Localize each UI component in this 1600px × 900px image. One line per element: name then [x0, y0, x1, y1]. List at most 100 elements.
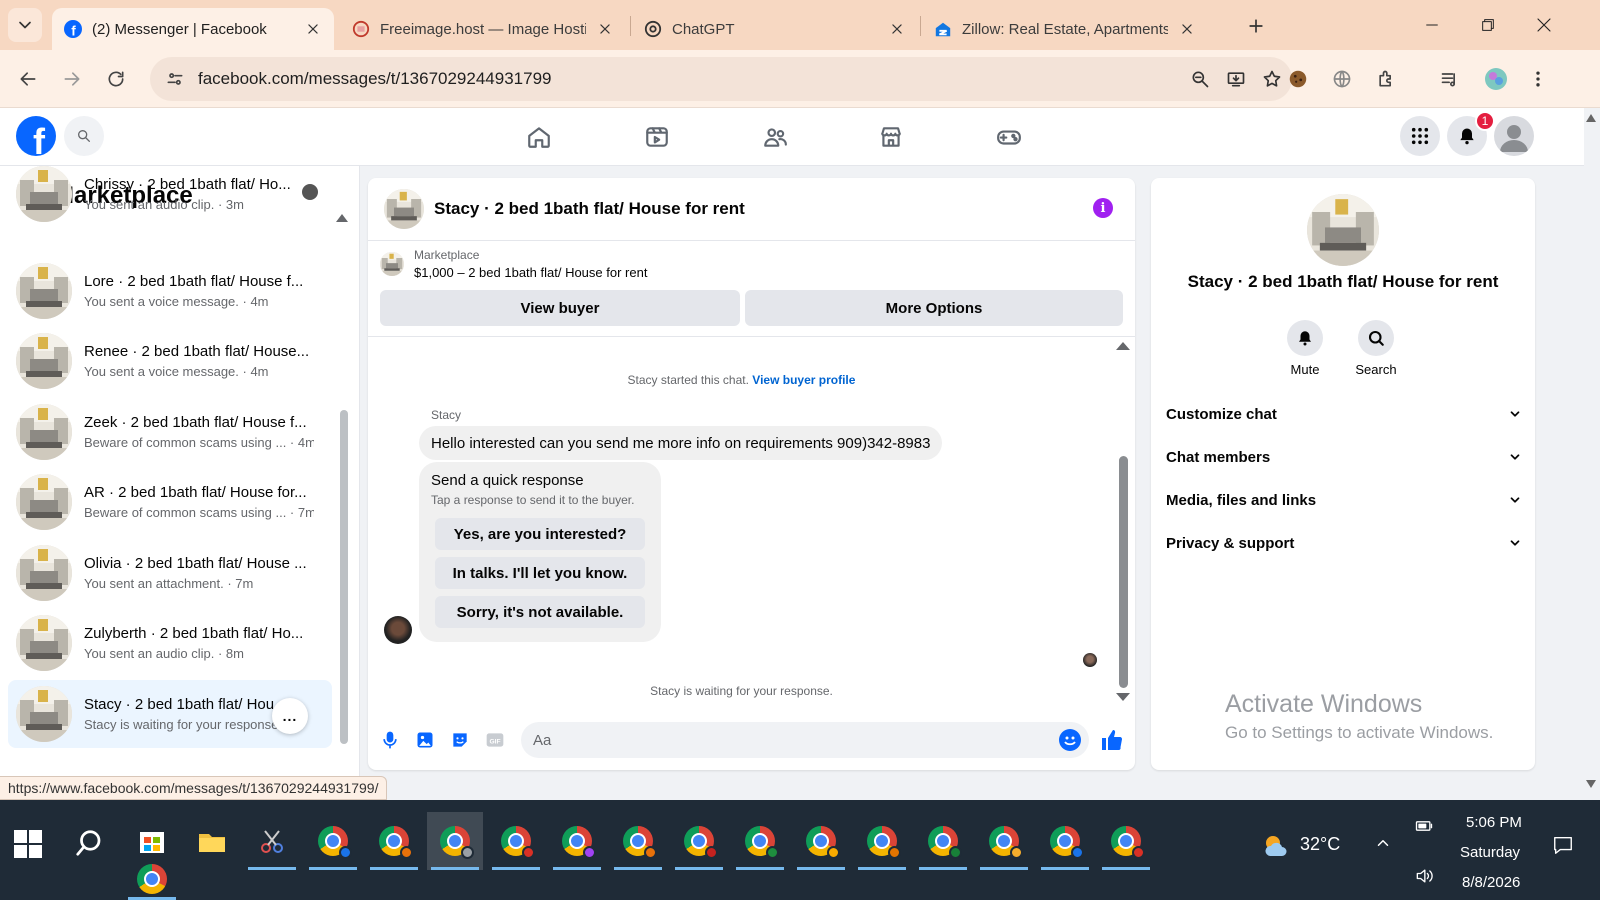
nav-video[interactable]: [642, 122, 672, 152]
sticker-button[interactable]: [448, 728, 472, 752]
close-tab-icon[interactable]: [596, 20, 614, 38]
taskbar-chrome-window[interactable]: [793, 812, 849, 870]
conversation-scroll-up[interactable]: [1116, 342, 1130, 350]
more-options-button[interactable]: More Options: [745, 290, 1123, 326]
chat-list-scrollbar[interactable]: [340, 410, 348, 744]
taskbar-chrome-window[interactable]: [549, 812, 605, 870]
restore-window-button[interactable]: [1460, 0, 1516, 50]
back-button[interactable]: [12, 63, 44, 95]
chat-list-item[interactable]: Zeek · 2 bed 1bath flat/ House f... Bewar…: [8, 398, 332, 466]
taskbar-search-icon[interactable]: [74, 828, 104, 858]
details-avatar[interactable]: [1307, 194, 1379, 266]
cookie-extension-icon[interactable]: [1282, 63, 1314, 95]
tab-messenger[interactable]: f (2) Messenger | Facebook: [52, 8, 334, 50]
new-tab-button[interactable]: [1242, 12, 1270, 40]
listing-avatar[interactable]: [384, 189, 424, 229]
windows-start-icon[interactable]: [14, 830, 42, 858]
zoom-icon[interactable]: [1184, 63, 1216, 95]
mute-button[interactable]: Mute: [1275, 320, 1335, 377]
marketplace-listing-card[interactable]: Marketplace $1,000 – 2 bed 1bath flat/ H…: [380, 248, 647, 280]
taskbar-chrome-window[interactable]: [1037, 812, 1093, 870]
volume-icon[interactable]: [1414, 866, 1434, 886]
media-files-links-row[interactable]: Media, files and links: [1166, 486, 1522, 514]
incoming-message-bubble[interactable]: Hello interested can you send me more in…: [419, 426, 943, 460]
conversation-scroll-down[interactable]: [1116, 693, 1130, 701]
account-avatar-button[interactable]: [1494, 116, 1534, 156]
privacy-support-row[interactable]: Privacy & support: [1166, 529, 1522, 557]
taskbar-snipping-tool[interactable]: [244, 812, 300, 870]
tab-search-button[interactable]: [8, 8, 42, 42]
reload-button[interactable]: [100, 63, 132, 95]
taskbar-chrome-window[interactable]: [1098, 812, 1154, 870]
battery-icon[interactable]: [1414, 816, 1434, 836]
taskbar-chrome-window[interactable]: [976, 812, 1032, 870]
chat-list-item[interactable]: Olivia · 2 bed 1bath flat/ House ... You …: [8, 539, 332, 607]
temperature[interactable]: 32°C: [1300, 834, 1340, 855]
clock-date[interactable]: 8/8/2026: [1462, 874, 1520, 891]
chat-list-item[interactable]: Lore · 2 bed 1bath flat/ House f... You s…: [8, 257, 332, 325]
close-window-button[interactable]: [1516, 0, 1572, 50]
emoji-picker-icon[interactable]: [1059, 729, 1081, 751]
chat-list-item[interactable]: Chrissy · 2 bed 1bath flat/ Ho... You sen…: [8, 166, 332, 228]
nav-home[interactable]: [524, 122, 554, 152]
globe-extension-icon[interactable]: [1326, 63, 1358, 95]
voice-clip-button[interactable]: [378, 728, 402, 752]
site-settings-icon[interactable]: [164, 68, 186, 90]
page-scroll-up-arrow[interactable]: [1586, 114, 1596, 122]
chat-list-item[interactable]: Stacy · 2 bed 1bath flat/ Hou... Stacy is…: [8, 680, 332, 748]
address-bar[interactable]: facebook.com/messages/t/1367029244931799: [150, 57, 1292, 101]
chat-list-item[interactable]: Renee · 2 bed 1bath flat/ House... You se…: [8, 327, 332, 395]
show-hidden-icons-chevron[interactable]: [1374, 834, 1392, 852]
quick-response-option[interactable]: Yes, are you interested?: [435, 518, 645, 550]
message-input[interactable]: Aa: [521, 722, 1089, 758]
tab-zillow[interactable]: Zillow: Real Estate, Apartments,: [922, 8, 1208, 50]
media-controls-icon[interactable]: [1434, 63, 1466, 95]
quick-response-option[interactable]: In talks. I'll let you know.: [435, 557, 645, 589]
taskbar-chrome-window[interactable]: [732, 812, 788, 870]
install-app-icon[interactable]: [1220, 63, 1252, 95]
notifications-button[interactable]: 1: [1447, 111, 1495, 156]
view-buyer-button[interactable]: View buyer: [380, 290, 740, 326]
chat-list-item[interactable]: Zulyberth · 2 bed 1bath flat/ Ho... You s…: [8, 609, 332, 677]
taskbar-chrome-window[interactable]: [915, 812, 971, 870]
search-conversation-button[interactable]: Search: [1346, 320, 1406, 377]
send-like-button[interactable]: [1100, 728, 1124, 752]
conversation-title[interactable]: Stacy · 2 bed 1bath flat/ House for rent: [434, 199, 745, 219]
chat-more-options-button[interactable]: ...: [272, 698, 308, 734]
view-buyer-profile-link[interactable]: View buyer profile: [752, 373, 855, 387]
chrome-menu-icon[interactable]: [1522, 63, 1554, 95]
tab-chatgpt[interactable]: ChatGPT: [632, 8, 918, 50]
nav-friends[interactable]: [760, 122, 790, 152]
chat-members-row[interactable]: Chat members: [1166, 443, 1522, 471]
taskbar-chrome-window[interactable]: [427, 812, 483, 870]
taskbar-file-explorer[interactable]: [184, 812, 240, 870]
page-scroll-down-arrow[interactable]: [1586, 780, 1596, 788]
notification-center-icon[interactable]: [1552, 834, 1574, 856]
taskbar-chrome-window[interactable]: [124, 858, 180, 900]
menu-grid-button[interactable]: [1400, 116, 1440, 156]
taskbar-chrome-window[interactable]: [305, 812, 361, 870]
weather-icon[interactable]: [1262, 832, 1290, 860]
profile-avatar-icon[interactable]: [1480, 63, 1512, 95]
attach-photo-button[interactable]: [413, 728, 437, 752]
minimize-window-button[interactable]: [1404, 0, 1460, 50]
taskbar-chrome-window[interactable]: [671, 812, 727, 870]
forward-button[interactable]: [56, 63, 88, 95]
quick-response-option[interactable]: Sorry, it's not available.: [435, 596, 645, 628]
nav-gaming[interactable]: [994, 122, 1024, 152]
close-tab-icon[interactable]: [1178, 20, 1196, 38]
clock-day[interactable]: Saturday: [1460, 844, 1520, 861]
close-tab-icon[interactable]: [304, 20, 322, 38]
facebook-search-button[interactable]: [64, 116, 104, 156]
conversation-scrollbar[interactable]: [1119, 456, 1128, 688]
sender-avatar[interactable]: [384, 616, 412, 644]
nav-marketplace[interactable]: [876, 122, 906, 152]
extensions-puzzle-icon[interactable]: [1370, 63, 1402, 95]
taskbar-chrome-window[interactable]: [366, 812, 422, 870]
clock-time[interactable]: 5:06 PM: [1466, 814, 1522, 831]
chat-list-scroll-up[interactable]: [336, 214, 348, 222]
close-tab-icon[interactable]: [888, 20, 906, 38]
chat-list-item[interactable]: AR · 2 bed 1bath flat/ House for... Bewar…: [8, 468, 332, 536]
conversation-info-button[interactable]: i: [1093, 198, 1113, 218]
taskbar-chrome-window[interactable]: [610, 812, 666, 870]
